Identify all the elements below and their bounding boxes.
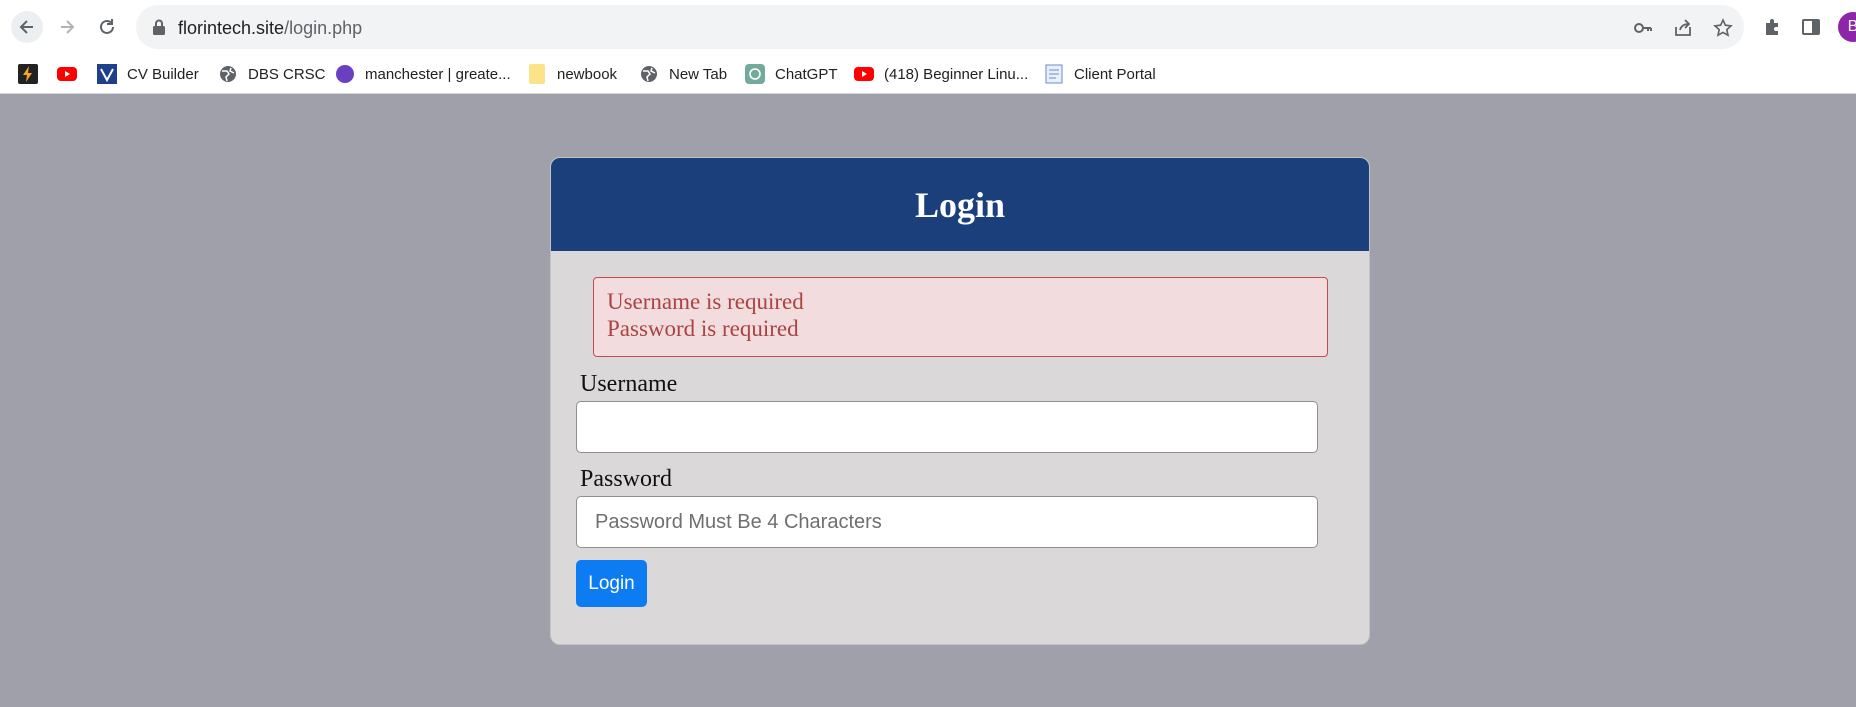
bookmarks-bar: CV Builder DBS CRSC manchester | greate.… (0, 54, 1856, 94)
folder-icon (527, 64, 547, 84)
bookmark-label: (418) Beginner Linu... (884, 65, 1029, 83)
back-button[interactable] (11, 11, 43, 43)
bookmark-cv-builder[interactable]: CV Builder (97, 61, 199, 87)
bookmark-label: newbook (557, 65, 618, 83)
url-domain: florintech.site (178, 18, 285, 38)
globe-icon (218, 64, 238, 84)
lock-icon (150, 18, 168, 36)
browser-toolbar: florintech.site/login.php B (0, 0, 1856, 54)
document-icon (1044, 64, 1064, 84)
bookmark-dbs-crsc[interactable]: DBS CRSC (218, 61, 326, 87)
purple-circle-icon (335, 64, 355, 84)
login-title: Login (914, 184, 1006, 225)
extensions-puzzle-icon[interactable] (1760, 14, 1786, 40)
error-message-username: Username is required (607, 289, 804, 314)
bookmark-label: New Tab (669, 65, 728, 83)
globe-icon (639, 64, 659, 84)
youtube-icon (854, 64, 874, 84)
error-message-password: Password is required (607, 316, 799, 341)
profile-avatar[interactable]: B (1838, 12, 1856, 42)
username-label: Username (580, 371, 678, 397)
key-icon[interactable] (1632, 17, 1654, 39)
login-card: Login Username is required Password is r… (550, 157, 1370, 645)
bookmark-label: Client Portal (1074, 65, 1156, 83)
back-arrow-icon (19, 20, 33, 34)
star-icon[interactable] (1712, 17, 1734, 39)
bookmark-beginner-linux[interactable]: (418) Beginner Linu... (854, 61, 1028, 87)
bookmark-label: DBS CRSC (248, 65, 326, 83)
lightning-bookmark-icon (18, 64, 38, 84)
chatgpt-icon (745, 64, 765, 84)
bookmark-label: CV Builder (127, 65, 199, 83)
cv-builder-icon (97, 64, 117, 84)
forward-arrow-icon (61, 20, 75, 34)
username-input[interactable] (576, 401, 1318, 453)
bookmark-chatgpt[interactable]: ChatGPT (745, 61, 838, 87)
side-panel-icon[interactable] (1798, 14, 1824, 40)
bookmark-manchester[interactable]: manchester | greate... (335, 61, 511, 87)
error-alert: Username is required Password is require… (593, 277, 1328, 357)
bookmark-lightning[interactable] (18, 61, 38, 87)
bookmark-label: manchester | greate... (365, 65, 511, 83)
url-path: /login.php (284, 18, 363, 38)
bookmark-youtube[interactable] (57, 61, 77, 87)
reload-button[interactable] (91, 11, 123, 43)
bookmark-client-portal[interactable]: Client Portal (1044, 61, 1156, 87)
reload-icon (100, 19, 114, 34)
bookmark-label: ChatGPT (775, 65, 838, 83)
bookmark-newbook[interactable]: newbook (527, 61, 617, 87)
share-icon[interactable] (1672, 17, 1694, 39)
bookmark-new-tab[interactable]: New Tab (639, 61, 727, 87)
password-label: Password (580, 466, 673, 492)
forward-button[interactable] (51, 11, 83, 43)
address-bar[interactable]: florintech.site/login.php (136, 5, 1744, 49)
login-header: Login (551, 158, 1369, 251)
login-button[interactable]: Login (576, 560, 647, 607)
youtube-icon (57, 64, 77, 84)
password-input[interactable] (576, 496, 1318, 548)
url-text: florintech.site/login.php (178, 18, 362, 39)
